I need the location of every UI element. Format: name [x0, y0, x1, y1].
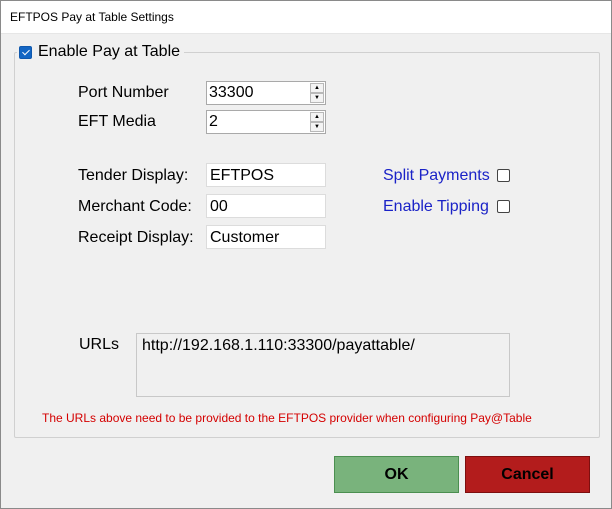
window-title: EFTPOS Pay at Table Settings	[10, 10, 174, 24]
urls-note: The URLs above need to be provided to th…	[42, 411, 532, 425]
tender-display-label: Tender Display:	[78, 167, 189, 184]
eft-media-label: EFT Media	[78, 113, 156, 130]
enable-pay-at-table-checkbox[interactable]	[19, 45, 32, 59]
tender-display-field[interactable]: EFTPOS	[206, 163, 326, 187]
eft-media-down-button[interactable]: ▼	[310, 122, 324, 132]
title-bar[interactable]: EFTPOS Pay at Table Settings	[1, 1, 611, 34]
urls-label: URLs	[79, 336, 120, 353]
tender-display-value[interactable]: EFTPOS	[210, 167, 274, 185]
enable-tipping-label[interactable]: Enable Tipping	[383, 198, 489, 216]
receipt-display-value[interactable]: Customer	[210, 229, 279, 247]
split-payments-checkbox[interactable]	[497, 169, 510, 182]
eft-media-up-button[interactable]: ▲	[310, 112, 324, 122]
port-number-up-button[interactable]: ▲	[310, 83, 324, 93]
merchant-code-value[interactable]: 00	[210, 198, 228, 216]
enable-pay-at-table-label: Enable Pay at Table	[38, 43, 181, 60]
port-number-value[interactable]: 33300	[209, 84, 254, 102]
eft-media-spin-buttons: ▲ ▼	[310, 112, 324, 132]
port-number-down-button[interactable]: ▼	[310, 93, 324, 103]
receipt-display-label: Receipt Display:	[78, 229, 194, 246]
split-payments-label[interactable]: Split Payments	[383, 167, 490, 185]
eft-media-spinner[interactable]: 2 ▲ ▼	[206, 110, 326, 134]
urls-value[interactable]: http://192.168.1.110:33300/payattable/	[142, 337, 415, 355]
enable-tipping-checkbox[interactable]	[497, 200, 510, 213]
receipt-display-field[interactable]: Customer	[206, 225, 326, 249]
enable-pay-at-table-toggle[interactable]: Enable Pay at Table	[17, 43, 185, 61]
port-number-label: Port Number	[78, 84, 169, 101]
cancel-button-label: Cancel	[501, 465, 554, 483]
port-number-spin-buttons: ▲ ▼	[310, 83, 324, 103]
urls-field[interactable]: http://192.168.1.110:33300/payattable/	[136, 333, 510, 397]
merchant-code-field[interactable]: 00	[206, 194, 326, 218]
ok-button-label: OK	[384, 465, 409, 483]
ok-button[interactable]: OK	[334, 456, 459, 493]
merchant-code-label: Merchant Code:	[78, 198, 192, 215]
port-number-spinner[interactable]: 33300 ▲ ▼	[206, 81, 326, 105]
cancel-button[interactable]: Cancel	[465, 456, 590, 493]
eft-media-value[interactable]: 2	[209, 113, 218, 131]
settings-window: EFTPOS Pay at Table Settings Enable Pay …	[0, 0, 612, 509]
